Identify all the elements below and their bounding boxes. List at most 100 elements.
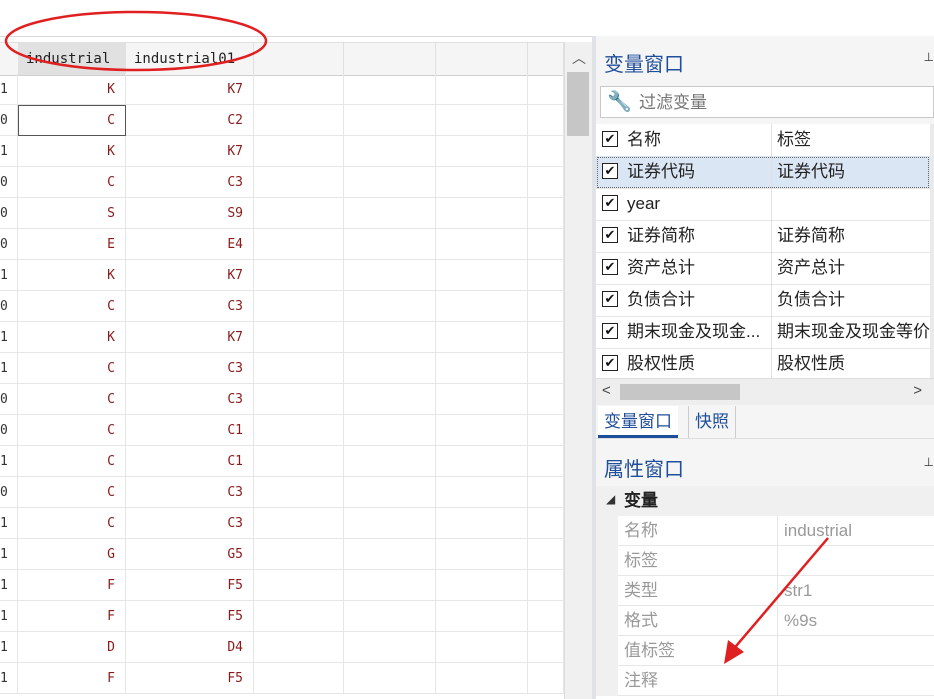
data-grid[interactable]: industrial industrial01 1 K K7 0 C C2 1 K K7 0 C C3… — [0, 42, 564, 699]
cell-empty[interactable] — [528, 663, 564, 694]
cell-industrial[interactable]: C — [18, 384, 126, 415]
cell-empty[interactable] — [254, 663, 344, 694]
cell-empty[interactable] — [528, 167, 564, 198]
cell-empty[interactable] — [436, 136, 528, 167]
cell-industrial[interactable]: C — [18, 167, 126, 198]
property-row[interactable]: 格式 %9s — [596, 606, 934, 636]
property-group-variable[interactable]: ◢ 变量 — [596, 486, 934, 516]
cell-empty[interactable] — [344, 446, 436, 477]
table-row[interactable]: 1 C C3 — [0, 508, 564, 539]
cell-industrial01[interactable]: E4 — [126, 229, 254, 260]
property-row[interactable]: 名称 industrial — [596, 516, 934, 546]
cell-obs[interactable]: 1 — [0, 508, 18, 539]
cell-industrial01[interactable]: F5 — [126, 663, 254, 694]
cell-industrial01[interactable]: F5 — [126, 601, 254, 632]
cell-industrial[interactable]: F — [18, 663, 126, 694]
column-header-industrial[interactable]: industrial — [18, 43, 126, 75]
cell-empty[interactable] — [344, 74, 436, 105]
cell-industrial01[interactable]: C1 — [126, 415, 254, 446]
cell-empty[interactable] — [436, 291, 528, 322]
cell-industrial01[interactable]: C3 — [126, 477, 254, 508]
cell-empty[interactable] — [528, 198, 564, 229]
tab-snapshot[interactable]: 快照 — [688, 406, 736, 438]
cell-obs[interactable]: 1 — [0, 136, 18, 167]
cell-industrial01[interactable]: C3 — [126, 384, 254, 415]
cell-empty[interactable] — [344, 353, 436, 384]
cell-empty[interactable] — [436, 508, 528, 539]
cell-industrial[interactable]: K — [18, 136, 126, 167]
cell-obs[interactable]: 0 — [0, 415, 18, 446]
column-name-header[interactable]: 名称 — [627, 124, 772, 156]
variable-checkbox-icon[interactable]: ✔ — [602, 163, 618, 179]
cell-industrial01[interactable]: K7 — [126, 136, 254, 167]
cell-empty[interactable] — [344, 322, 436, 353]
cell-empty[interactable] — [344, 384, 436, 415]
cell-obs[interactable]: 1 — [0, 663, 18, 694]
cell-empty[interactable] — [436, 663, 528, 694]
cell-empty[interactable] — [436, 632, 528, 663]
scroll-thumb[interactable] — [567, 72, 589, 136]
cell-empty[interactable] — [254, 570, 344, 601]
cell-industrial[interactable]: K — [18, 74, 126, 105]
cell-industrial[interactable]: D — [18, 632, 126, 663]
table-row[interactable]: 1 C C3 — [0, 353, 564, 384]
cell-empty[interactable] — [254, 136, 344, 167]
variable-row[interactable]: ✔ 股权性质 股权性质 — [596, 348, 930, 378]
scroll-up-icon[interactable]: ︿ — [565, 48, 593, 68]
table-row[interactable]: 1 F F5 — [0, 601, 564, 632]
cell-industrial01[interactable]: F5 — [126, 570, 254, 601]
cell-obs[interactable]: 0 — [0, 105, 18, 136]
cell-obs[interactable]: 0 — [0, 291, 18, 322]
cell-empty[interactable] — [528, 229, 564, 260]
table-row[interactable]: 0 E E4 — [0, 229, 564, 260]
cell-empty[interactable] — [344, 601, 436, 632]
cell-empty[interactable] — [254, 74, 344, 105]
cell-empty[interactable] — [528, 353, 564, 384]
cell-industrial01[interactable]: C3 — [126, 291, 254, 322]
cell-empty[interactable] — [254, 229, 344, 260]
cell-empty[interactable] — [436, 260, 528, 291]
cell-empty[interactable] — [528, 632, 564, 663]
variable-row[interactable]: ✔ year — [596, 188, 930, 221]
cell-industrial01[interactable]: C3 — [126, 353, 254, 384]
table-row[interactable]: 1 K K7 — [0, 260, 564, 291]
property-value[interactable] — [778, 546, 934, 576]
cell-industrial01[interactable]: K7 — [126, 74, 254, 105]
cell-empty[interactable] — [436, 198, 528, 229]
cell-obs[interactable]: 0 — [0, 229, 18, 260]
cell-empty[interactable] — [528, 601, 564, 632]
cell-industrial01[interactable]: S9 — [126, 198, 254, 229]
cell-empty[interactable] — [436, 539, 528, 570]
variable-row[interactable]: ✔ 期末现金及现金... 期末现金及现金等价 — [596, 316, 930, 349]
cell-empty[interactable] — [436, 322, 528, 353]
cell-empty[interactable] — [344, 229, 436, 260]
tab-variables-window[interactable]: 变量窗口 — [598, 406, 678, 438]
cell-empty[interactable] — [254, 446, 344, 477]
cell-empty[interactable] — [436, 353, 528, 384]
table-row[interactable]: 0 C C3 — [0, 384, 564, 415]
cell-empty[interactable] — [254, 167, 344, 198]
table-row[interactable]: 1 K K7 — [0, 322, 564, 353]
cell-industrial[interactable]: C — [18, 415, 126, 446]
cell-empty[interactable] — [528, 446, 564, 477]
cell-empty[interactable] — [254, 198, 344, 229]
variable-row[interactable]: ✔ 证券代码 证券代码 — [596, 156, 930, 189]
cell-empty[interactable] — [528, 291, 564, 322]
cell-empty[interactable] — [436, 105, 528, 136]
variable-checkbox-icon[interactable]: ✔ — [602, 291, 618, 307]
cell-obs[interactable]: 1 — [0, 446, 18, 477]
cell-industrial[interactable]: F — [18, 601, 126, 632]
variable-row[interactable]: ✔ 证券简称 证券简称 — [596, 220, 930, 253]
cell-empty[interactable] — [436, 570, 528, 601]
cell-obs[interactable]: 1 — [0, 570, 18, 601]
cell-empty[interactable] — [344, 136, 436, 167]
cell-empty[interactable] — [254, 353, 344, 384]
scroll-left-icon[interactable]: < — [602, 382, 611, 399]
table-row[interactable]: 1 G G5 — [0, 539, 564, 570]
cell-empty[interactable] — [528, 74, 564, 105]
cell-empty[interactable] — [344, 291, 436, 322]
cell-obs[interactable]: 0 — [0, 198, 18, 229]
variable-checkbox-icon[interactable]: ✔ — [602, 195, 618, 211]
cell-industrial[interactable]: C — [18, 353, 126, 384]
cell-empty[interactable] — [528, 136, 564, 167]
